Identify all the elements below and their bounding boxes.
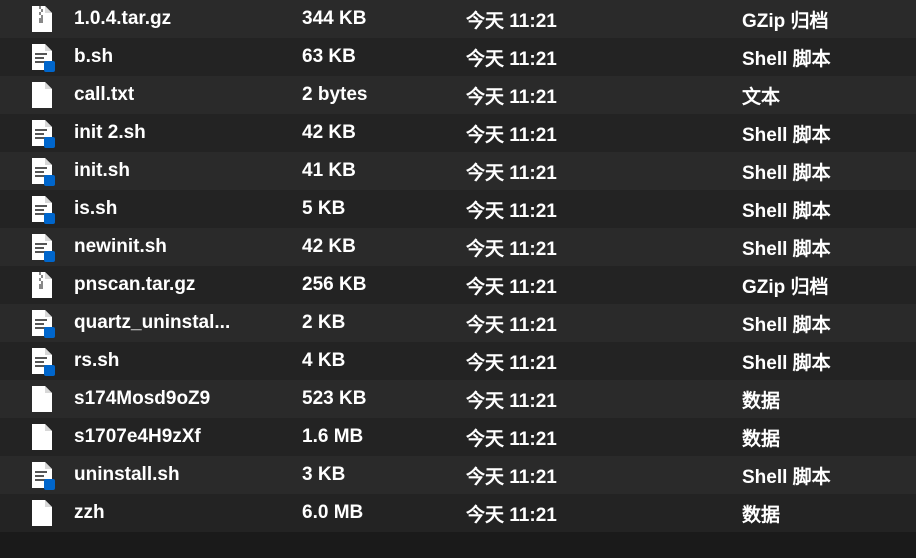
file-name: uninstall.sh bbox=[74, 464, 302, 486]
file-size: 41 KB bbox=[302, 160, 466, 182]
file-row[interactable]: init 2.sh42 KB今天 11:21Shell 脚本 bbox=[0, 114, 916, 152]
file-date: 今天 11:21 bbox=[466, 6, 742, 33]
file-name: zzh bbox=[74, 502, 302, 524]
file-row[interactable]: b.sh63 KB今天 11:21Shell 脚本 bbox=[0, 38, 916, 76]
file-size: 2 KB bbox=[302, 312, 466, 334]
file-row[interactable]: call.txt2 bytes今天 11:21文本 bbox=[0, 76, 916, 114]
vscode-badge-icon bbox=[44, 327, 55, 338]
file-size: 42 KB bbox=[302, 236, 466, 258]
file-size: 3 KB bbox=[302, 464, 466, 486]
file-row[interactable]: s174Mosd9oZ9523 KB今天 11:21数据 bbox=[0, 380, 916, 418]
file-size: 344 KB bbox=[302, 8, 466, 30]
file-kind: Shell 脚本 bbox=[742, 462, 916, 489]
file-name: quartz_uninstal... bbox=[74, 312, 302, 334]
file-date: 今天 11:21 bbox=[466, 386, 742, 413]
file-kind: GZip 归档 bbox=[742, 272, 916, 299]
file-kind: Shell 脚本 bbox=[742, 310, 916, 337]
file-size: 2 bytes bbox=[302, 84, 466, 106]
file-kind: 数据 bbox=[742, 500, 916, 527]
shell-file-icon bbox=[30, 158, 52, 184]
file-date: 今天 11:21 bbox=[466, 310, 742, 337]
file-name: b.sh bbox=[74, 46, 302, 68]
file-size: 63 KB bbox=[302, 46, 466, 68]
file-date: 今天 11:21 bbox=[466, 462, 742, 489]
vscode-badge-icon bbox=[44, 175, 55, 186]
file-kind: 数据 bbox=[742, 424, 916, 451]
file-file-icon bbox=[30, 424, 52, 450]
file-row[interactable]: is.sh5 KB今天 11:21Shell 脚本 bbox=[0, 190, 916, 228]
file-file-icon bbox=[30, 386, 52, 412]
file-date: 今天 11:21 bbox=[466, 44, 742, 71]
file-date: 今天 11:21 bbox=[466, 348, 742, 375]
file-name: newinit.sh bbox=[74, 236, 302, 258]
archive-file-icon bbox=[30, 6, 52, 32]
file-size: 523 KB bbox=[302, 388, 466, 410]
file-row[interactable]: init.sh41 KB今天 11:21Shell 脚本 bbox=[0, 152, 916, 190]
vscode-badge-icon bbox=[44, 61, 55, 72]
shell-file-icon bbox=[30, 44, 52, 70]
file-size: 6.0 MB bbox=[302, 502, 466, 524]
file-date: 今天 11:21 bbox=[466, 500, 742, 527]
file-size: 1.6 MB bbox=[302, 426, 466, 448]
file-kind: 文本 bbox=[742, 82, 916, 109]
file-kind: Shell 脚本 bbox=[742, 44, 916, 71]
file-size: 4 KB bbox=[302, 350, 466, 372]
file-size: 5 KB bbox=[302, 198, 466, 220]
file-row[interactable]: uninstall.sh3 KB今天 11:21Shell 脚本 bbox=[0, 456, 916, 494]
shell-file-icon bbox=[30, 234, 52, 260]
file-name: is.sh bbox=[74, 198, 302, 220]
vscode-badge-icon bbox=[44, 213, 55, 224]
vscode-badge-icon bbox=[44, 479, 55, 490]
file-row[interactable]: newinit.sh42 KB今天 11:21Shell 脚本 bbox=[0, 228, 916, 266]
vscode-badge-icon bbox=[44, 251, 55, 262]
file-name: pnscan.tar.gz bbox=[74, 274, 302, 296]
vscode-badge-icon bbox=[44, 137, 55, 148]
file-kind: Shell 脚本 bbox=[742, 120, 916, 147]
file-size: 256 KB bbox=[302, 274, 466, 296]
file-date: 今天 11:21 bbox=[466, 196, 742, 223]
file-date: 今天 11:21 bbox=[466, 158, 742, 185]
file-name: 1.0.4.tar.gz bbox=[74, 8, 302, 30]
file-date: 今天 11:21 bbox=[466, 272, 742, 299]
shell-file-icon bbox=[30, 348, 52, 374]
file-kind: Shell 脚本 bbox=[742, 348, 916, 375]
shell-file-icon bbox=[30, 462, 52, 488]
file-file-icon bbox=[30, 500, 52, 526]
file-date: 今天 11:21 bbox=[466, 234, 742, 261]
archive-file-icon bbox=[30, 272, 52, 298]
file-row[interactable]: quartz_uninstal...2 KB今天 11:21Shell 脚本 bbox=[0, 304, 916, 342]
file-row[interactable]: s1707e4H9zXf1.6 MB今天 11:21数据 bbox=[0, 418, 916, 456]
file-row[interactable]: rs.sh4 KB今天 11:21Shell 脚本 bbox=[0, 342, 916, 380]
file-name: rs.sh bbox=[74, 350, 302, 372]
file-name: s1707e4H9zXf bbox=[74, 426, 302, 448]
file-kind: GZip 归档 bbox=[742, 6, 916, 33]
file-name: s174Mosd9oZ9 bbox=[74, 388, 302, 410]
file-date: 今天 11:21 bbox=[466, 82, 742, 109]
file-kind: Shell 脚本 bbox=[742, 196, 916, 223]
file-row[interactable]: pnscan.tar.gz256 KB今天 11:21GZip 归档 bbox=[0, 266, 916, 304]
file-file-icon bbox=[30, 82, 52, 108]
file-date: 今天 11:21 bbox=[466, 120, 742, 147]
file-name: init.sh bbox=[74, 160, 302, 182]
file-row[interactable]: zzh6.0 MB今天 11:21数据 bbox=[0, 494, 916, 532]
shell-file-icon bbox=[30, 120, 52, 146]
file-list: 1.0.4.tar.gz344 KB今天 11:21GZip 归档b.sh63 … bbox=[0, 0, 916, 532]
file-kind: 数据 bbox=[742, 386, 916, 413]
file-kind: Shell 脚本 bbox=[742, 158, 916, 185]
shell-file-icon bbox=[30, 310, 52, 336]
file-row[interactable]: 1.0.4.tar.gz344 KB今天 11:21GZip 归档 bbox=[0, 0, 916, 38]
file-name: init 2.sh bbox=[74, 122, 302, 144]
shell-file-icon bbox=[30, 196, 52, 222]
file-size: 42 KB bbox=[302, 122, 466, 144]
file-kind: Shell 脚本 bbox=[742, 234, 916, 261]
vscode-badge-icon bbox=[44, 365, 55, 376]
file-name: call.txt bbox=[74, 84, 302, 106]
file-date: 今天 11:21 bbox=[466, 424, 742, 451]
